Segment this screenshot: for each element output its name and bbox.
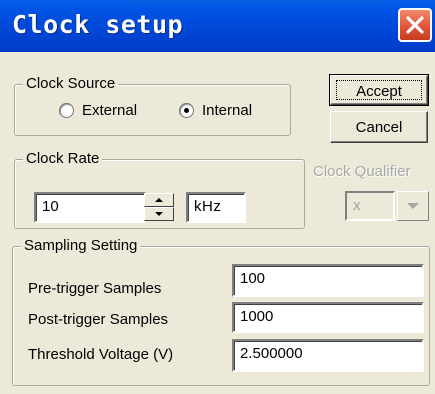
clock-qualifier-value: x [345,191,395,221]
radio-external-indicator[interactable] [59,103,74,118]
accept-button-label: Accept [356,83,402,100]
sampling-setting-legend: Sampling Setting [21,237,141,254]
clock-rate-spinner[interactable] [144,193,174,221]
spin-up-button[interactable] [144,193,174,207]
radio-external-label: External [82,102,138,119]
clock-source-legend: Clock Source [23,75,119,92]
threshold-voltage-label: Threshold Voltage (V) [28,346,174,363]
clock-qualifier-label: Clock Qualifier [313,163,411,180]
window-title: Clock setup [12,10,184,39]
radio-internal-label: Internal [202,102,253,119]
title-bar[interactable]: Clock setup [0,0,435,52]
clock-rate-unit: kHz [186,192,246,223]
radio-selected-dot [184,108,189,113]
clock-rate-legend: Clock Rate [23,150,103,167]
clock-qualifier-dropdown-button[interactable] [397,191,429,221]
pre-trigger-label: Pre-trigger Samples [28,280,162,297]
spin-down-button[interactable] [144,207,174,221]
post-trigger-label: Post-trigger Samples [28,311,169,328]
radio-external[interactable]: External [59,101,169,121]
accept-button[interactable]: Accept [329,74,429,106]
clock-qualifier-dropdown[interactable]: x [345,191,429,221]
radio-internal-indicator[interactable] [179,103,194,118]
close-button[interactable] [398,8,432,42]
clock-rate-input[interactable]: 10 [34,192,146,223]
pre-trigger-input[interactable]: 100 [232,264,424,297]
post-trigger-input[interactable]: 1000 [232,302,424,333]
radio-internal[interactable]: Internal [179,101,289,121]
threshold-voltage-input[interactable]: 2.500000 [232,339,424,372]
cancel-button-label: Cancel [355,119,403,136]
clock-source-group: Clock Source External Internal [14,75,291,136]
cancel-button[interactable]: Cancel [330,111,428,143]
